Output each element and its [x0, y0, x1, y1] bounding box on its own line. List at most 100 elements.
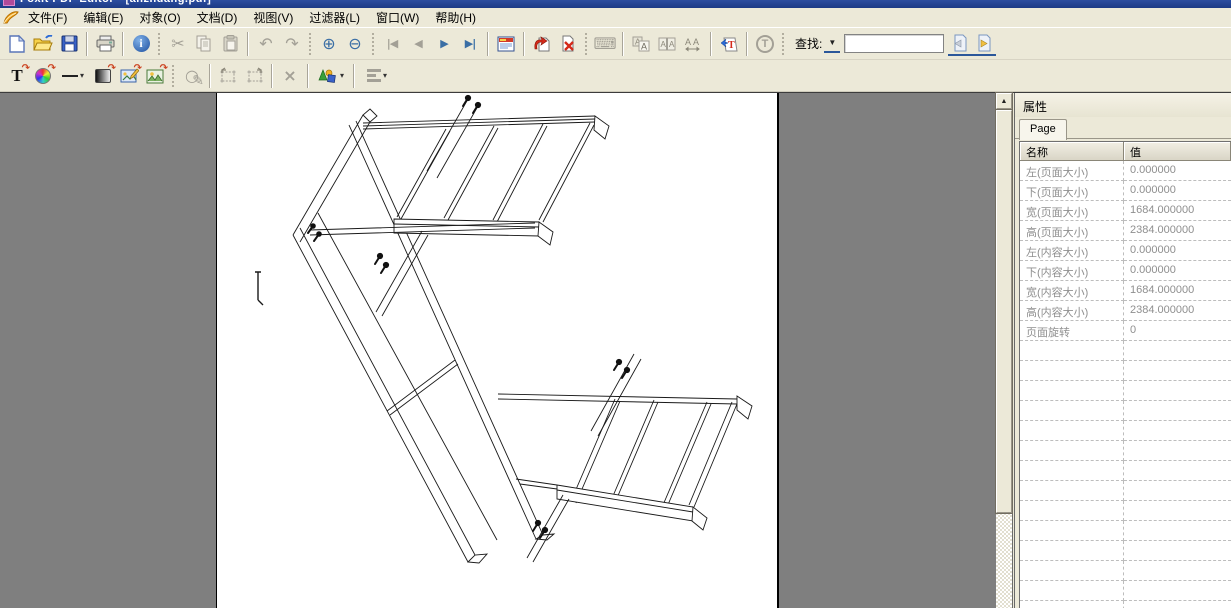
- circle-t-icon: T: [756, 35, 774, 53]
- shapes-3d-icon: [318, 68, 338, 84]
- separator: [271, 64, 273, 88]
- save-button[interactable]: [56, 31, 82, 57]
- toolbar-drag-handle[interactable]: [172, 65, 175, 87]
- edit-image-button[interactable]: ↷: [116, 63, 142, 89]
- toolbar-drag-handle[interactable]: [309, 33, 312, 55]
- toolbar-drag-handle[interactable]: [158, 33, 161, 55]
- tab-page[interactable]: Page: [1019, 119, 1067, 140]
- first-page-icon: |◀: [387, 37, 397, 50]
- menu-window[interactable]: 窗口(W): [368, 7, 427, 28]
- line-tool-button[interactable]: ▾: [56, 63, 90, 89]
- add-image-button[interactable]: ↷: [142, 63, 168, 89]
- app-window-icon: [3, 0, 15, 6]
- column-header-value[interactable]: 值: [1124, 142, 1231, 161]
- open-folder-icon: [33, 35, 53, 52]
- font-spacing-button[interactable]: A A: [680, 31, 706, 57]
- rotate-object-right-button[interactable]: [241, 63, 267, 89]
- menu-view[interactable]: 视图(V): [245, 7, 301, 28]
- rotate-object-left-button[interactable]: [215, 63, 241, 89]
- empty-row: [1020, 601, 1231, 608]
- prop-value[interactable]: 1684.000000: [1124, 201, 1231, 221]
- svg-text:A: A: [669, 40, 675, 49]
- prop-value[interactable]: 0: [1124, 321, 1231, 341]
- find-options-dropdown[interactable]: ▼: [824, 35, 840, 53]
- line-icon: [62, 75, 78, 77]
- empty-row: [1020, 481, 1231, 501]
- svg-text:A: A: [661, 40, 667, 49]
- paste-button[interactable]: [217, 31, 243, 57]
- menu-help[interactable]: 帮助(H): [427, 7, 484, 28]
- menu-object[interactable]: 对象(O): [131, 7, 188, 28]
- toolbar-drag-handle[interactable]: [585, 33, 588, 55]
- find-previous-button[interactable]: [948, 32, 972, 56]
- insert-page-button[interactable]: [529, 31, 555, 57]
- lasso-edit-button[interactable]: ○ ✎: [179, 63, 205, 89]
- empty-row: [1020, 501, 1231, 521]
- print-button[interactable]: [92, 31, 118, 57]
- vertical-scrollbar[interactable]: ▲: [996, 93, 1013, 608]
- toolbar-drag-handle[interactable]: [782, 33, 785, 55]
- color-wheel-button[interactable]: ↷: [30, 63, 56, 89]
- font-pair-button[interactable]: A A: [654, 31, 680, 57]
- separator: [487, 32, 489, 56]
- undo-button[interactable]: ↶: [253, 31, 279, 57]
- table-row: 高(页面大小) 2384.000000: [1020, 221, 1231, 241]
- find-next-icon: [975, 34, 993, 52]
- prop-value[interactable]: 2384.000000: [1124, 301, 1231, 321]
- prop-value[interactable]: 0.000000: [1124, 181, 1231, 201]
- toolbar-drag-handle[interactable]: [372, 33, 375, 55]
- page-layout-button[interactable]: [493, 31, 519, 57]
- open-button[interactable]: [30, 31, 56, 57]
- align-tool-button[interactable]: ▾: [359, 63, 395, 89]
- scrollbar-thumb[interactable]: [996, 110, 1012, 513]
- zoom-out-button[interactable]: ⊖: [342, 31, 368, 57]
- scroll-up-button[interactable]: ▲: [996, 93, 1012, 109]
- previous-page-button[interactable]: ◀: [405, 31, 431, 57]
- text-circle-button[interactable]: T: [752, 31, 778, 57]
- find-input[interactable]: [844, 34, 944, 53]
- menu-document[interactable]: 文档(D): [189, 7, 246, 28]
- panel-tabstrip: Page: [1015, 117, 1231, 139]
- prop-value[interactable]: 1684.000000: [1124, 281, 1231, 301]
- table-row: 左(页面大小) 0.000000: [1020, 161, 1231, 181]
- separator: [622, 32, 624, 56]
- find-label: 查找:: [791, 35, 824, 52]
- keyboard-button[interactable]: ⌨: [592, 31, 618, 57]
- text-properties-button[interactable]: T: [716, 31, 742, 57]
- first-page-button[interactable]: |◀: [379, 31, 405, 57]
- empty-row: [1020, 381, 1231, 401]
- new-document-button[interactable]: [4, 31, 30, 57]
- cut-button[interactable]: ✂: [165, 31, 191, 57]
- delete-page-button[interactable]: [555, 31, 581, 57]
- document-info-button[interactable]: i: [128, 31, 154, 57]
- empty-row: [1020, 341, 1231, 361]
- info-icon: i: [133, 35, 150, 52]
- font-replace-button[interactable]: A A: [628, 31, 654, 57]
- prop-value[interactable]: 0.000000: [1124, 261, 1231, 281]
- red-curl-arrow-icon: ↷: [134, 63, 142, 74]
- document-menu-icon[interactable]: [2, 10, 20, 26]
- prop-name: 下(页面大小): [1020, 181, 1124, 201]
- chevron-down-icon: ▼: [828, 38, 836, 47]
- menu-filter[interactable]: 过滤器(L): [301, 7, 368, 28]
- gradient-tool-button[interactable]: ↷: [90, 63, 116, 89]
- document-canvas[interactable]: [0, 93, 996, 608]
- copy-button[interactable]: [191, 31, 217, 57]
- prop-value[interactable]: 0.000000: [1124, 161, 1231, 181]
- last-page-button[interactable]: ▶|: [457, 31, 483, 57]
- zoom-in-button[interactable]: ⊕: [316, 31, 342, 57]
- column-header-name[interactable]: 名称: [1020, 142, 1124, 161]
- prop-value[interactable]: 2384.000000: [1124, 221, 1231, 241]
- find-next-button[interactable]: [972, 32, 996, 56]
- redo-icon: ↷: [285, 36, 298, 52]
- menu-edit[interactable]: 编辑(E): [75, 7, 131, 28]
- add-text-button[interactable]: T ↷: [4, 63, 30, 89]
- empty-row: [1020, 581, 1231, 601]
- transform-cross-button[interactable]: ×: [277, 63, 303, 89]
- redo-button[interactable]: ↷: [279, 31, 305, 57]
- next-page-button[interactable]: ▶: [431, 31, 457, 57]
- prop-value[interactable]: 0.000000: [1124, 241, 1231, 261]
- shapes-tool-button[interactable]: ▾: [313, 63, 349, 89]
- pdf-page[interactable]: [216, 93, 779, 608]
- menu-file[interactable]: 文件(F): [20, 7, 75, 28]
